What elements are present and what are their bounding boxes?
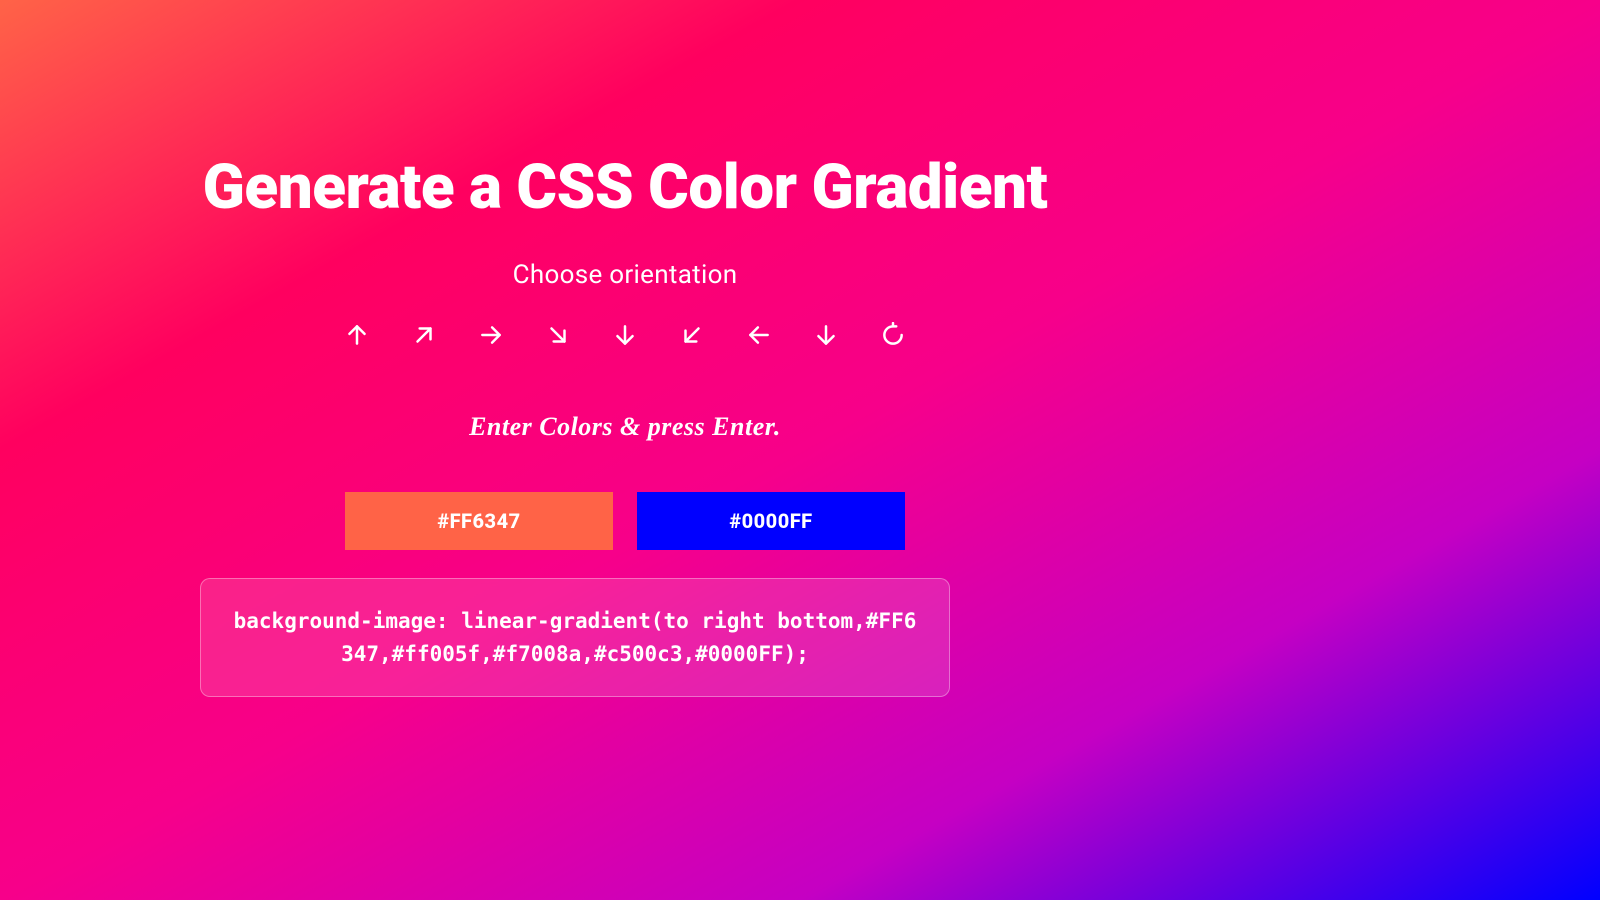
orientation-down-button-2[interactable] xyxy=(812,322,840,350)
page-title: Generate a CSS Color Gradient xyxy=(150,155,1100,220)
arrow-down-icon xyxy=(813,322,839,351)
arrow-right-icon xyxy=(478,322,504,351)
arrow-down-right-icon xyxy=(545,322,571,351)
css-output-box[interactable]: background-image: linear-gradient(to rig… xyxy=(200,578,950,697)
orientation-up-button[interactable] xyxy=(343,322,371,350)
orientation-down-left-button[interactable] xyxy=(678,322,706,350)
orientation-buttons xyxy=(150,322,1100,350)
arrow-down-left-icon xyxy=(679,322,705,351)
orientation-rotate-button[interactable] xyxy=(879,322,907,350)
orientation-up-right-button[interactable] xyxy=(410,322,438,350)
arrow-left-icon xyxy=(746,322,772,351)
arrow-up-right-icon xyxy=(411,322,437,351)
orientation-down-right-button[interactable] xyxy=(544,322,572,350)
color-input-1[interactable] xyxy=(345,492,613,550)
rotate-icon xyxy=(880,322,906,351)
enter-colors-label: Enter Colors & press Enter. xyxy=(150,412,1100,442)
color-input-2[interactable] xyxy=(637,492,905,550)
color-inputs-row xyxy=(150,492,1100,550)
arrow-down-icon xyxy=(612,322,638,351)
app-container: Generate a CSS Color Gradient Choose ori… xyxy=(150,0,1100,697)
arrow-up-icon xyxy=(344,322,370,351)
orientation-left-button[interactable] xyxy=(745,322,773,350)
orientation-down-button[interactable] xyxy=(611,322,639,350)
orientation-right-button[interactable] xyxy=(477,322,505,350)
orientation-label: Choose orientation xyxy=(150,260,1100,290)
